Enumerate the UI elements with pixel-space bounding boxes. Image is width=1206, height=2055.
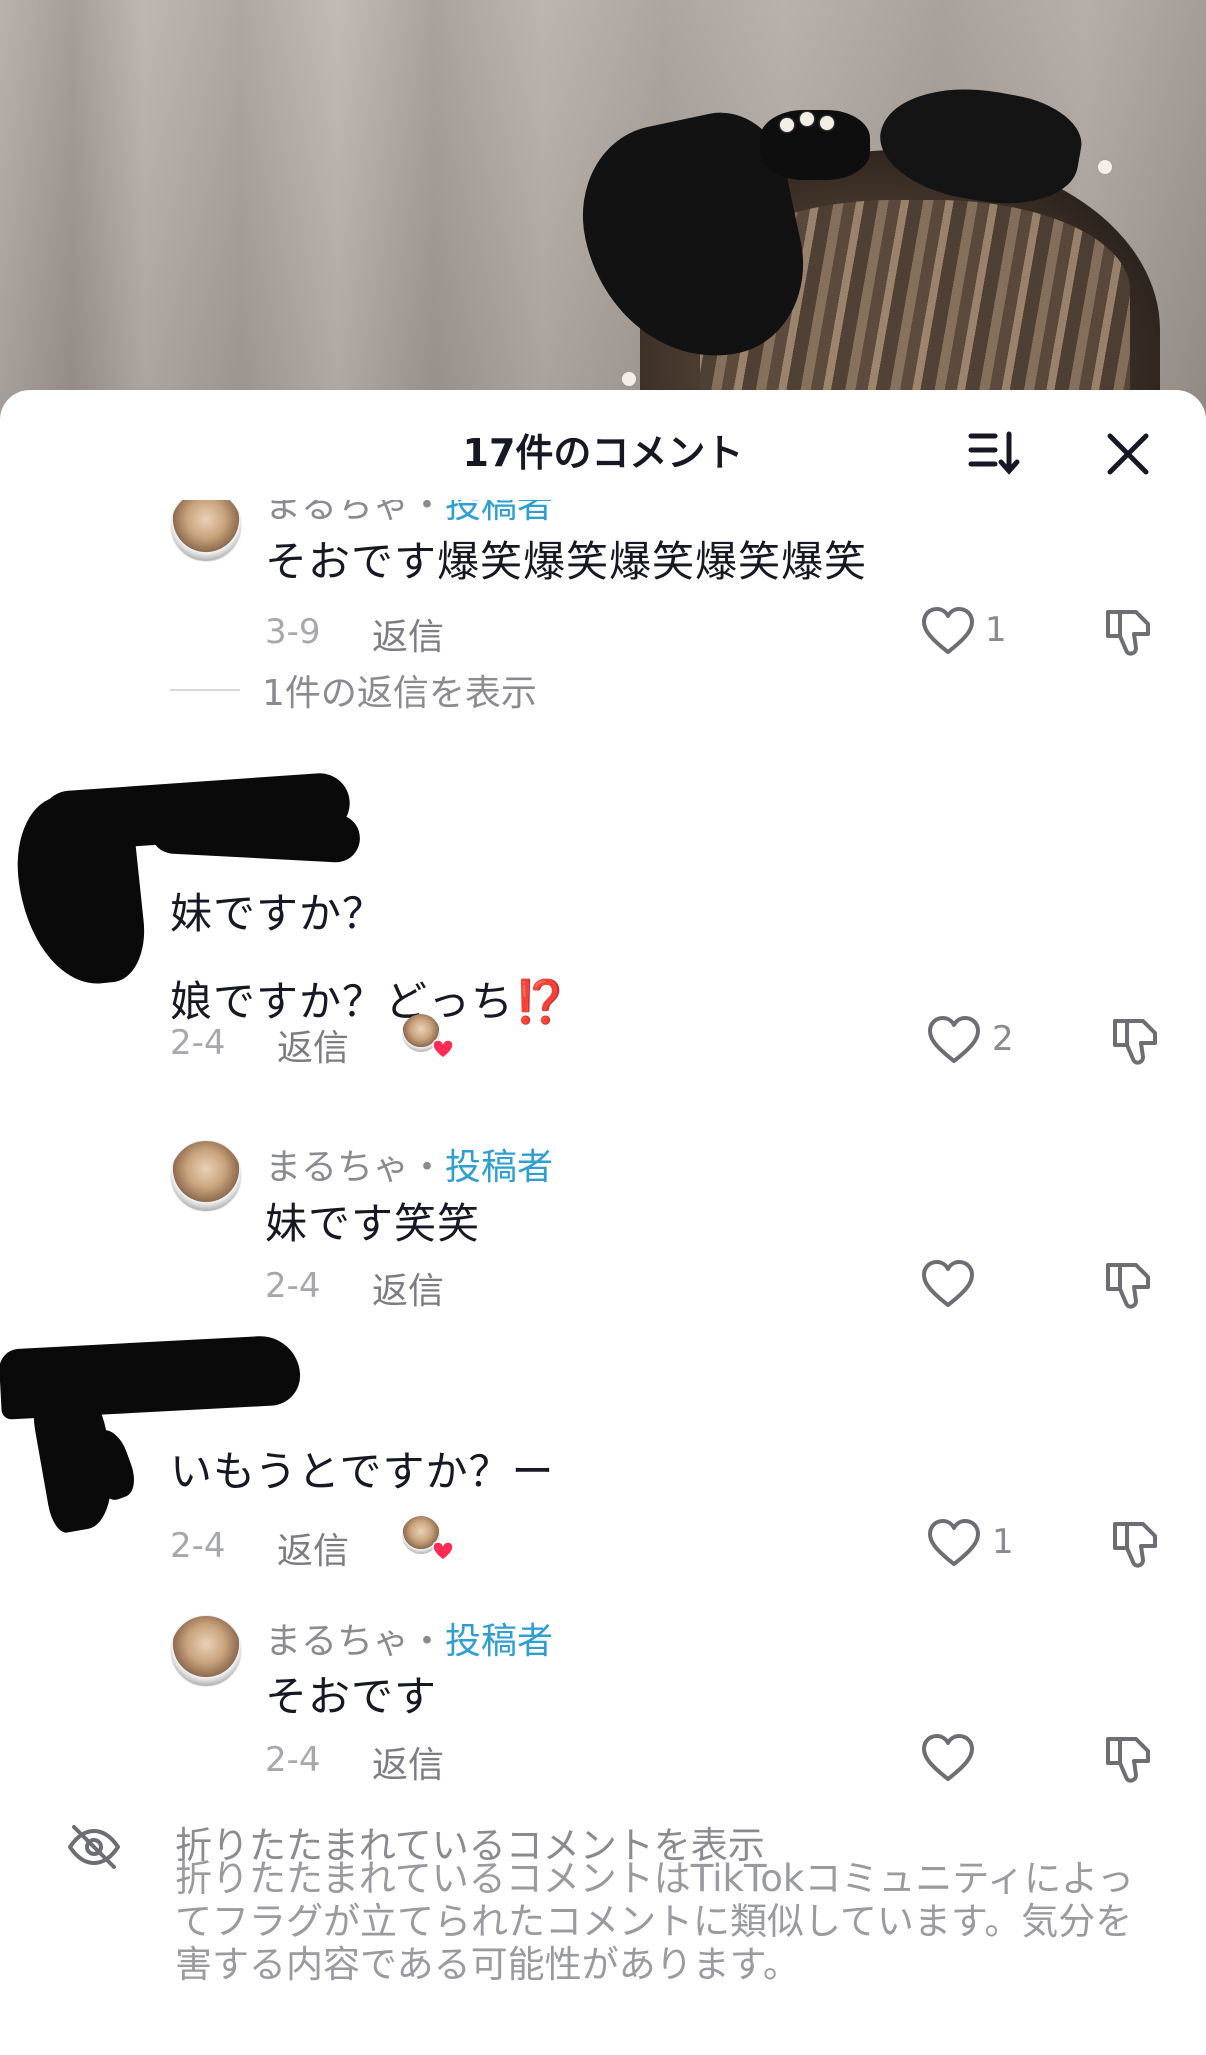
author-name[interactable]: まるちゃ bbox=[265, 1621, 409, 1662]
heart-icon bbox=[922, 607, 974, 654]
comment-list: まるちゃ・投稿者 そおです爆笑爆笑爆笑爆笑爆笑 3-9 返信 1 1件の返信を表… bbox=[0, 500, 1206, 2055]
like-count: 1 bbox=[992, 1522, 1014, 1562]
thumbs-down-icon bbox=[1113, 1522, 1157, 1568]
comments-sheet: 17件のコメント まるちゃ・投稿者 そおです爆笑爆笑爆笑爆笑爆笑 3-9 返信 … bbox=[0, 390, 1206, 2055]
sort-button[interactable] bbox=[965, 428, 1025, 478]
creator-tag: 投稿者 bbox=[445, 500, 554, 526]
thumbs-down-icon bbox=[1113, 1019, 1157, 1065]
comment-text: 妹です笑笑 bbox=[265, 1199, 481, 1248]
avatar[interactable] bbox=[170, 1615, 242, 1687]
sheet-header: 17件のコメント bbox=[0, 390, 1206, 510]
like-button[interactable]: 2 bbox=[926, 1013, 1026, 1069]
eye-slash-icon bbox=[68, 1825, 120, 1869]
reply-button[interactable]: 返信 bbox=[277, 1522, 349, 1574]
video-background bbox=[0, 0, 1206, 420]
heart-badge-icon bbox=[432, 1541, 454, 1561]
avatar[interactable] bbox=[170, 1140, 242, 1212]
comment-date: 2-4 bbox=[265, 1740, 321, 1780]
dislike-button[interactable] bbox=[1100, 1731, 1156, 1787]
like-count: 1 bbox=[985, 610, 1007, 650]
reply-button[interactable]: 返信 bbox=[277, 1019, 349, 1071]
comments-count-title: 17件のコメント bbox=[462, 431, 744, 475]
sort-icon bbox=[968, 431, 1020, 475]
avatar[interactable] bbox=[170, 500, 242, 562]
comment-text: 妹ですか？ bbox=[170, 889, 386, 938]
close-icon bbox=[1107, 433, 1149, 475]
author-name[interactable]: まるちゃ bbox=[265, 500, 409, 526]
reply-button[interactable]: 返信 bbox=[372, 608, 444, 660]
comment-text: いもうとですか？ー bbox=[170, 1447, 555, 1496]
folded-comments-description: 折りたたまれているコメントはTikTokコミュニティによってフラグが立てられたコ… bbox=[175, 1857, 1134, 1986]
comment-date: 2-4 bbox=[170, 1526, 226, 1566]
like-button[interactable] bbox=[920, 1731, 980, 1787]
heart-icon bbox=[922, 1734, 974, 1781]
like-button[interactable] bbox=[920, 1257, 980, 1313]
reply-button[interactable]: 返信 bbox=[372, 1736, 444, 1788]
thumbs-down-icon bbox=[1106, 610, 1150, 656]
view-replies-button[interactable]: 1件の返信を表示 bbox=[262, 664, 537, 716]
comment-text: そおです bbox=[265, 1672, 438, 1721]
reply-button[interactable]: 返信 bbox=[372, 1262, 444, 1314]
dislike-button[interactable] bbox=[1100, 1257, 1156, 1313]
heart-badge-icon bbox=[432, 1039, 454, 1059]
creator-tag: 投稿者 bbox=[445, 1621, 554, 1662]
creator-tag: 投稿者 bbox=[445, 1147, 554, 1188]
comment-date: 2-4 bbox=[170, 1023, 226, 1063]
author-line: まるちゃ・投稿者 bbox=[265, 1147, 554, 1188]
close-button[interactable] bbox=[1100, 426, 1156, 482]
dislike-button[interactable] bbox=[1107, 1516, 1163, 1572]
author-line: まるちゃ・投稿者 bbox=[265, 500, 553, 528]
like-button[interactable]: 1 bbox=[926, 1516, 1026, 1572]
comment-date: 3-9 bbox=[265, 612, 321, 652]
dislike-button[interactable] bbox=[1100, 604, 1156, 660]
heart-icon bbox=[922, 1260, 974, 1307]
comment-text: そおです爆笑爆笑爆笑爆笑爆笑 bbox=[265, 537, 868, 586]
heart-icon bbox=[928, 1016, 980, 1063]
author-name[interactable]: まるちゃ bbox=[265, 1147, 409, 1188]
dislike-button[interactable] bbox=[1107, 1013, 1163, 1069]
like-button[interactable]: 1 bbox=[920, 604, 1020, 660]
comment-date: 2-4 bbox=[265, 1266, 321, 1306]
heart-icon bbox=[928, 1519, 980, 1566]
comment-text-line2: 娘ですか？どっち⁉️ bbox=[170, 977, 568, 1026]
like-count: 2 bbox=[992, 1019, 1014, 1059]
author-line: まるちゃ・投稿者 bbox=[265, 1621, 554, 1662]
thumbs-down-icon bbox=[1106, 1737, 1150, 1783]
thumbs-down-icon bbox=[1106, 1263, 1150, 1309]
